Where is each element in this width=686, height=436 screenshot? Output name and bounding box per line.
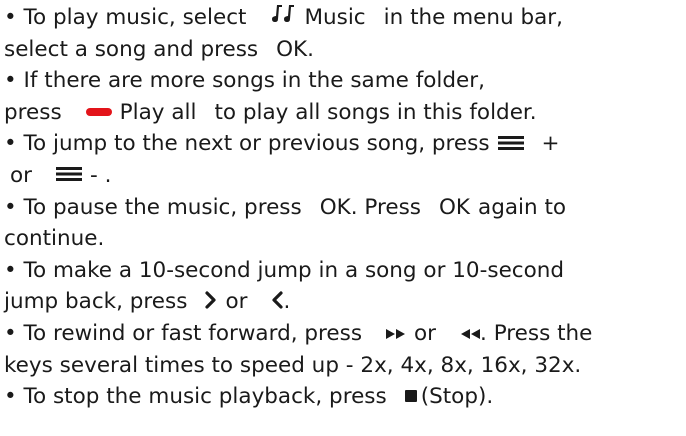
chevron-left-icon bbox=[271, 287, 284, 319]
text: press bbox=[4, 99, 62, 125]
text: • To make a 10-second jump in a song or … bbox=[4, 257, 565, 283]
text: • If there are more songs in the same fo… bbox=[4, 68, 485, 94]
text: . Press bbox=[350, 194, 421, 220]
ok-key-label: OK bbox=[276, 36, 308, 62]
text: continue. bbox=[4, 226, 105, 252]
fast-forward-icon bbox=[386, 318, 406, 350]
line-9: • To make a 10-second jump in a song or … bbox=[4, 255, 686, 287]
line-12: keys several times to speed up - 2x, 4x,… bbox=[4, 350, 686, 382]
text: or bbox=[10, 163, 32, 188]
text: + bbox=[541, 131, 560, 157]
list-icon bbox=[497, 129, 524, 161]
line-10: jump back, press or . bbox=[4, 286, 686, 318]
text: - . bbox=[90, 163, 112, 188]
text: • To jump to the next or previous song, … bbox=[4, 131, 490, 157]
text: keys several times to speed up - 2x, 4x,… bbox=[4, 352, 582, 378]
music-key-label: Music bbox=[304, 5, 366, 30]
line-13: • To stop the music playback, press (Stop… bbox=[4, 381, 686, 413]
text: jump back, press bbox=[4, 289, 188, 315]
text: (Stop). bbox=[420, 384, 494, 410]
text: select a song and press bbox=[4, 36, 259, 62]
line-5: • To jump to the next or previous song, … bbox=[4, 128, 686, 160]
rewind-icon bbox=[460, 318, 481, 350]
text: • To stop the music playback, press bbox=[4, 384, 387, 410]
chevron-right-icon bbox=[205, 287, 217, 319]
text: or bbox=[225, 289, 248, 315]
text: . bbox=[307, 36, 314, 62]
text: to play all songs in this folder. bbox=[214, 99, 537, 125]
text: . bbox=[283, 289, 291, 315]
text: • To rewind or fast forward, press bbox=[4, 321, 363, 346]
text: • To play music, select bbox=[4, 5, 247, 30]
text: • To pause the music, press bbox=[4, 194, 302, 220]
line-8: continue. bbox=[4, 223, 686, 255]
text: again to bbox=[478, 194, 567, 220]
text: or bbox=[414, 321, 437, 346]
list-icon bbox=[56, 160, 82, 192]
text: in the menu bar, bbox=[383, 5, 563, 30]
ok-key-label: OK bbox=[439, 194, 471, 220]
line-11: • To rewind or fast forward, press or . … bbox=[4, 318, 686, 350]
text: . Press the bbox=[480, 321, 593, 346]
line-7: • To pause the music, press OK. Press OK ag… bbox=[4, 192, 686, 224]
line-6: or - . bbox=[4, 160, 686, 192]
music-notes-icon bbox=[270, 2, 296, 34]
line-2: select a song and press OK. bbox=[4, 34, 686, 66]
ok-key-label: OK bbox=[319, 194, 351, 220]
line-1: • To play music, select Music in the menu… bbox=[4, 2, 686, 34]
line-3: • If there are more songs in the same fo… bbox=[4, 65, 686, 97]
instruction-text: • To play music, select Music in the menu… bbox=[0, 0, 686, 413]
red-button-icon bbox=[85, 107, 112, 116]
play-all-key-label: Play all bbox=[119, 99, 197, 125]
line-4: press Play all to play all songs in this f… bbox=[4, 97, 686, 129]
stop-icon bbox=[404, 390, 417, 403]
